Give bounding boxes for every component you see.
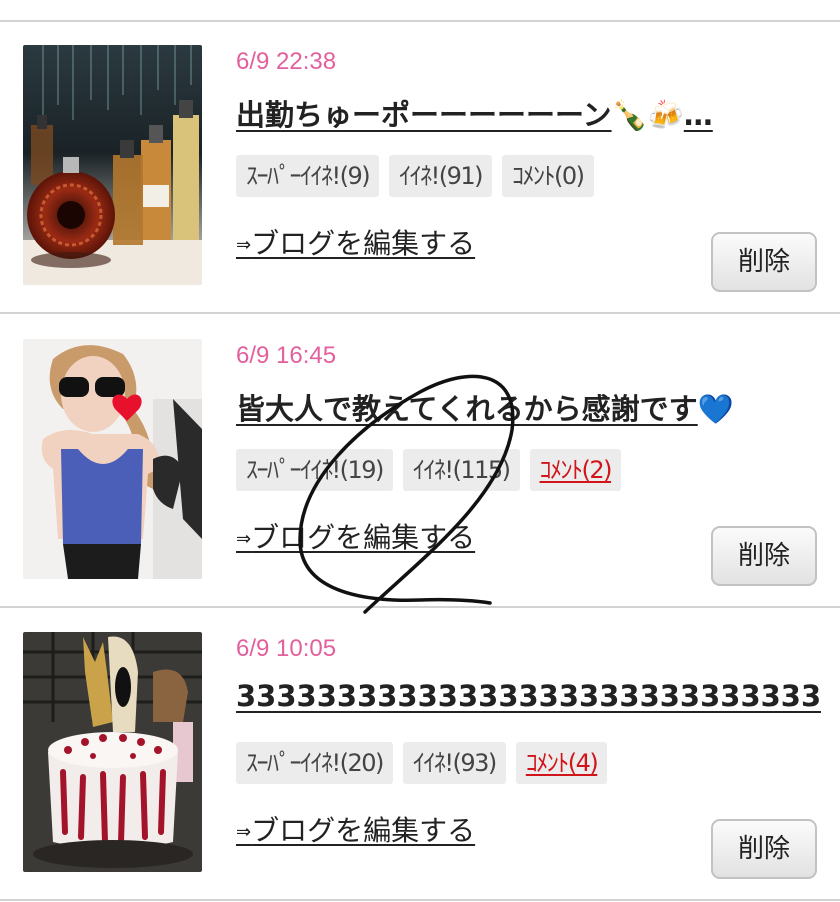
comment-count-link[interactable]: ｺﾒﾝﾄ(4) (515, 742, 608, 784)
reaction-tags: ｽｰﾊﾟｰｲｲﾈ!(20) ｲｲﾈ!(93) ｺﾒﾝﾄ(4) (236, 742, 608, 784)
super-like-count: ｽｰﾊﾟｰｲｲﾈ!(19) (236, 449, 393, 491)
title-ellipsis: … (683, 98, 713, 132)
edit-blog-label: ブログを編集する (251, 521, 476, 554)
entry-divider (0, 606, 840, 608)
reaction-tags: ｽｰﾊﾟｰｲｲﾈ!(9) ｲｲﾈ!(91) ｺﾒﾝﾄ(0) (236, 155, 594, 197)
delete-button[interactable]: 削除 (711, 819, 817, 879)
comment-count: ｺﾒﾝﾄ(0) (502, 155, 594, 197)
beer-mugs-emoji: 🍻 (647, 98, 684, 132)
entry-title[interactable]: 皆大人で教えてくれるから感謝です💙 (236, 386, 821, 428)
blog-entry: 6/9 10:05 333333333333333333333333333333… (0, 609, 840, 901)
liquor-bottles-photo (23, 45, 202, 285)
arrow-icon: ⇒ (236, 821, 252, 843)
champagne-emoji: 🍾 (611, 98, 648, 132)
edit-blog-link[interactable]: ⇒ブログを編集する (236, 809, 475, 849)
like-count: ｲｲﾈ!(115) (402, 449, 520, 491)
birthday-cake-photo (23, 632, 202, 872)
entry-divider (0, 899, 840, 901)
entry-title[interactable]: 出勤ちゅーポーーーーーーン🍾🍻… (236, 92, 821, 134)
edit-blog-link[interactable]: ⇒ブログを編集する (236, 222, 475, 262)
entry-thumbnail[interactable] (23, 45, 202, 285)
edit-blog-link[interactable]: ⇒ブログを編集する (236, 516, 475, 556)
entry-date: 6/9 10:05 (236, 635, 337, 662)
super-like-count: ｽｰﾊﾟｰｲｲﾈ!(20) (236, 742, 393, 784)
entry-title-text: 333333333333333333333333333333 (236, 679, 821, 713)
super-like-count: ｽｰﾊﾟｰｲｲﾈ!(9) (236, 155, 380, 197)
delete-button[interactable]: 削除 (711, 526, 817, 586)
entry-title-text: 出勤ちゅーポーーーーーーン (236, 98, 612, 132)
entry-title[interactable]: 333333333333333333333333333333… (236, 679, 821, 713)
woman-selfie-photo (23, 339, 202, 579)
arrow-icon: ⇒ (236, 528, 252, 550)
blue-heart-emoji: 💙 (697, 392, 734, 426)
entry-thumbnail[interactable] (23, 339, 202, 579)
entry-title-text: 皆大人で教えてくれるから感謝です (236, 392, 698, 426)
entry-date: 6/9 22:38 (236, 48, 337, 75)
edit-blog-label: ブログを編集する (251, 814, 476, 847)
entry-thumbnail[interactable] (23, 632, 202, 872)
blog-entry: 6/9 22:38 出勤ちゅーポーーーーーーン🍾🍻… ｽｰﾊﾟｰｲｲﾈ!(9) … (0, 22, 840, 314)
comment-count-link[interactable]: ｺﾒﾝﾄ(2) (529, 449, 622, 491)
entry-date: 6/9 16:45 (236, 342, 337, 369)
entry-divider (0, 312, 840, 314)
delete-button[interactable]: 削除 (711, 232, 817, 292)
like-count: ｲｲﾈ!(91) (389, 155, 493, 197)
edit-blog-label: ブログを編集する (251, 227, 476, 260)
reaction-tags: ｽｰﾊﾟｰｲｲﾈ!(19) ｲｲﾈ!(115) ｺﾒﾝﾄ(2) (236, 449, 622, 491)
blog-entry: 6/9 16:45 皆大人で教えてくれるから感謝です💙 ｽｰﾊﾟｰｲｲﾈ!(19… (0, 316, 840, 608)
like-count: ｲｲﾈ!(93) (402, 742, 506, 784)
arrow-icon: ⇒ (236, 234, 252, 256)
